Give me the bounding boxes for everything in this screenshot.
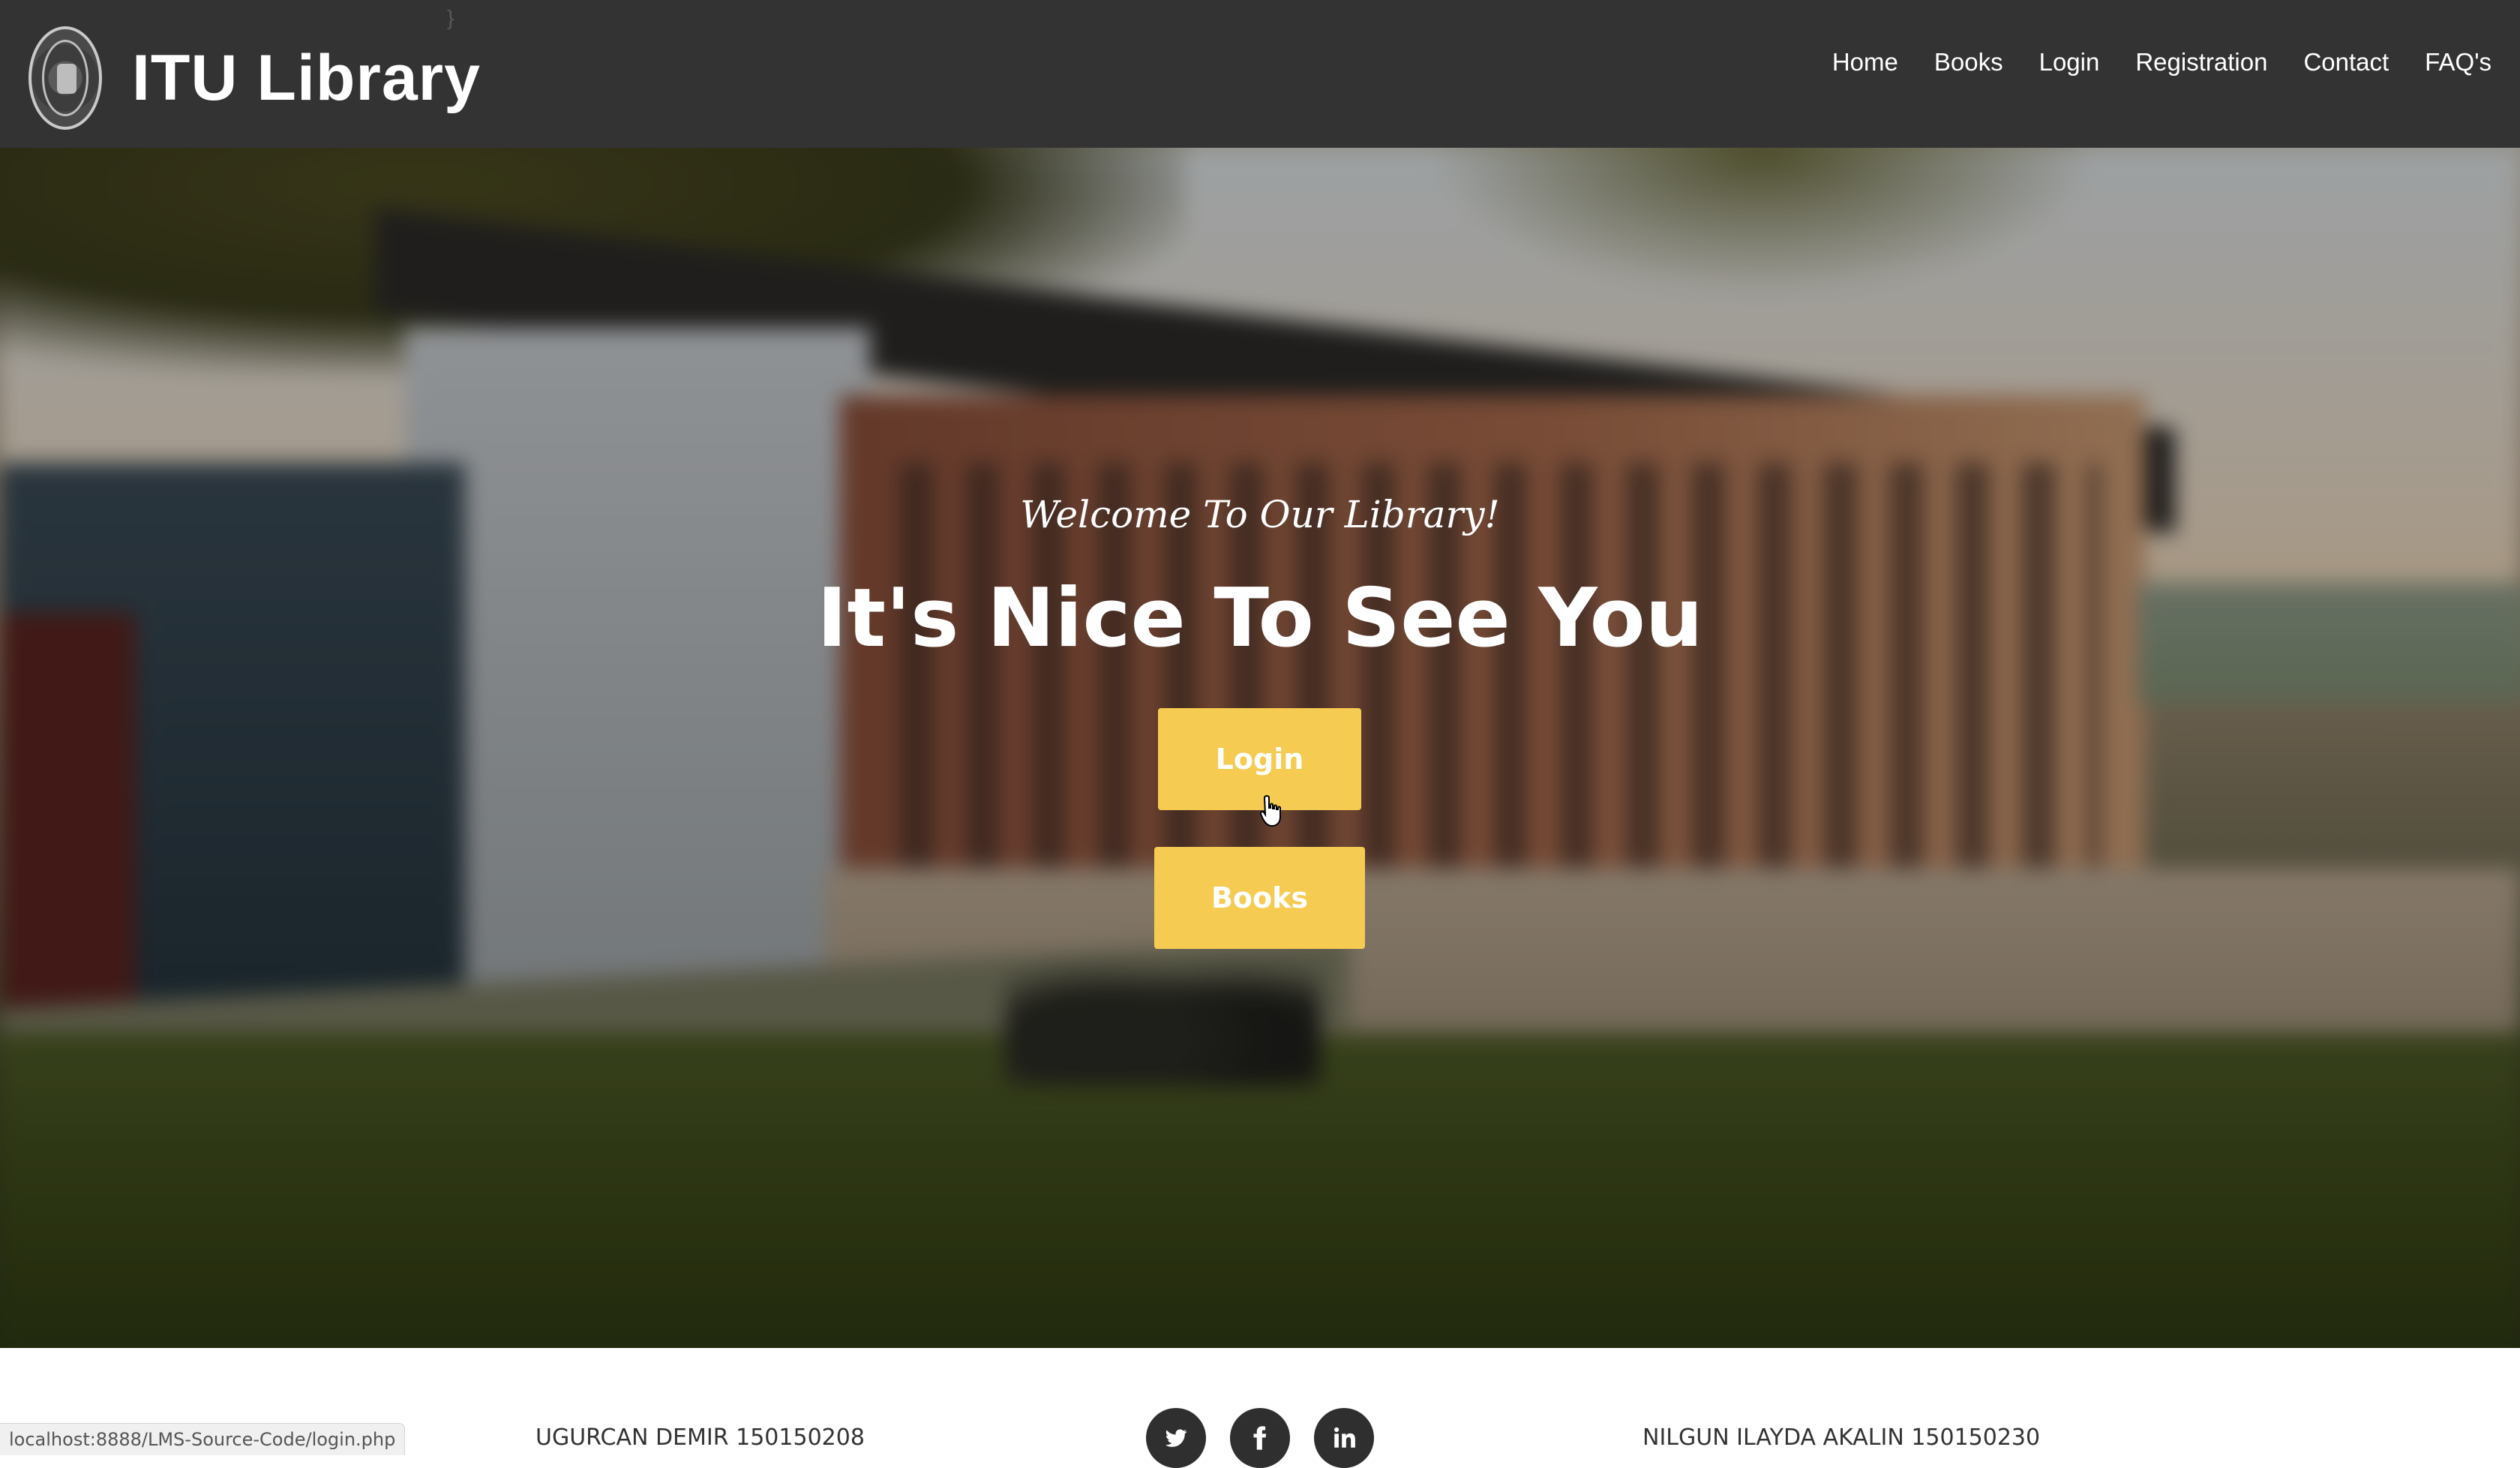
hero-headline: It's Nice To See You bbox=[817, 572, 1703, 665]
brand-name[interactable]: ITU Library bbox=[132, 41, 481, 116]
nav-books[interactable]: Books bbox=[1934, 48, 2003, 77]
footer-author-left: UGURCAN DEMIR 150150208 bbox=[536, 1424, 865, 1451]
nav-contact[interactable]: Contact bbox=[2303, 48, 2389, 77]
hand-cursor-icon bbox=[1260, 794, 1281, 827]
nav-home[interactable]: Home bbox=[1832, 48, 1898, 77]
books-button[interactable]: Books bbox=[1154, 847, 1365, 949]
nav-registration[interactable]: Registration bbox=[2135, 48, 2267, 77]
nav-login[interactable]: Login bbox=[2039, 48, 2100, 77]
navbar: } ITU Library Home Books Login Registrat… bbox=[0, 0, 2520, 148]
footer-author-right: NILGUN ILAYDA AKALIN 150150230 bbox=[1642, 1424, 2041, 1451]
itu-seal-logo bbox=[28, 26, 102, 130]
hero-content: Welcome To Our Library! It's Nice To See… bbox=[0, 148, 2520, 1348]
nav-links: Home Books Login Registration Contact FA… bbox=[1796, 48, 2492, 77]
twitter-icon[interactable] bbox=[1146, 1408, 1206, 1468]
linkedin-icon[interactable] bbox=[1314, 1408, 1374, 1468]
browser-status-url: localhost:8888/LMS-Source-Code/login.php bbox=[0, 1423, 406, 1455]
welcome-text: Welcome To Our Library! bbox=[1020, 493, 1500, 536]
brand[interactable]: ITU Library bbox=[28, 26, 481, 130]
hero-section: Welcome To Our Library! It's Nice To See… bbox=[0, 148, 2520, 1348]
facebook-icon[interactable] bbox=[1230, 1408, 1290, 1468]
nav-faqs[interactable]: FAQ's bbox=[2425, 48, 2492, 77]
